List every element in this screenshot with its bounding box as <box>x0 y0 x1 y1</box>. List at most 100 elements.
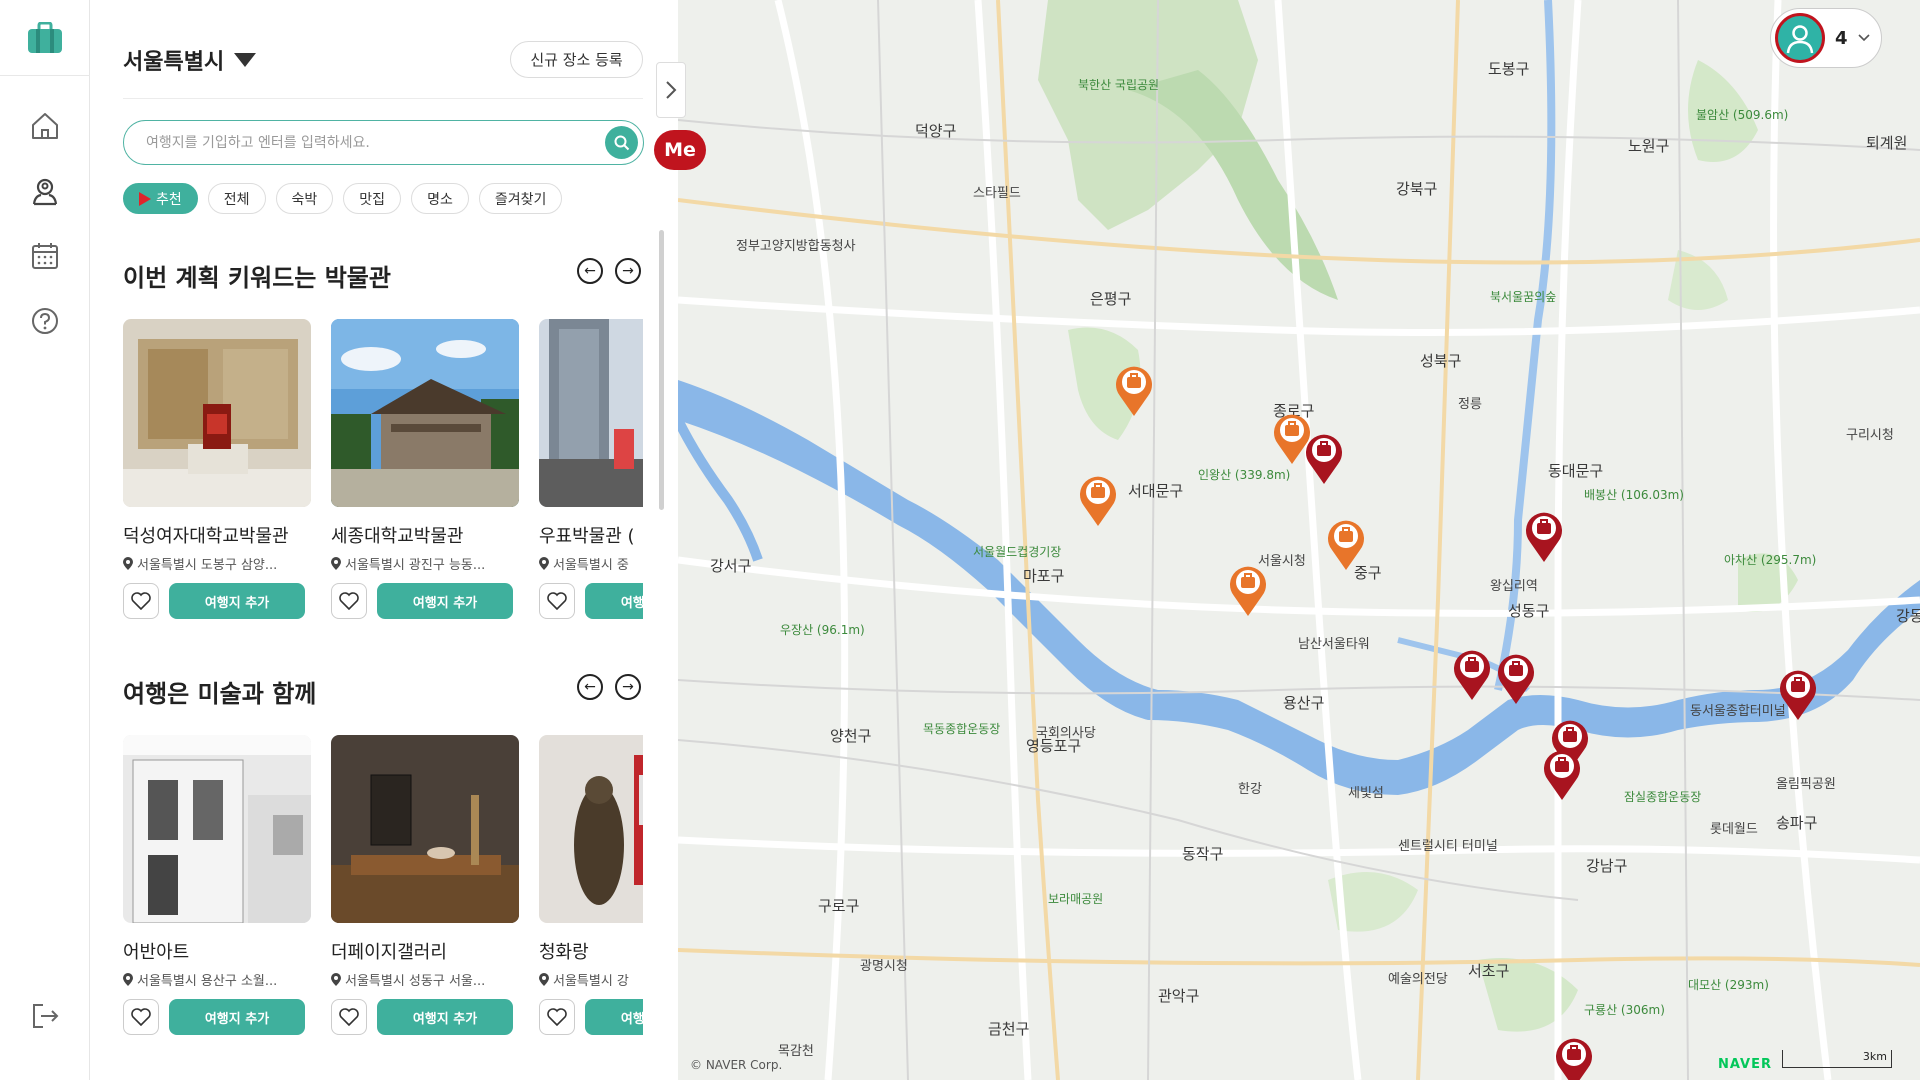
map-label-park: 우장산 (96.1m) <box>780 623 865 637</box>
map-marker-recommended[interactable] <box>1326 518 1366 570</box>
place-name: 우표박물관 ( <box>539 526 635 547</box>
add-destination-button[interactable]: 여행지 추가 <box>585 999 643 1035</box>
suitcase-logo-icon[interactable] <box>27 21 63 54</box>
chip-favorites[interactable]: 즐겨찾기 <box>478 183 563 214</box>
place-address: 서울특별시 강 <box>539 970 643 989</box>
chip-all[interactable]: 전체 <box>207 183 266 214</box>
home-icon[interactable] <box>27 108 63 144</box>
add-destination-button[interactable]: 여행지 추가 <box>169 583 305 619</box>
calendar-icon[interactable] <box>27 238 63 274</box>
map-pin-user-icon[interactable] <box>27 173 63 209</box>
logout-icon[interactable] <box>27 998 63 1034</box>
profile-menu[interactable]: 4 <box>1770 8 1882 68</box>
favorite-button[interactable] <box>123 583 159 619</box>
city-selector[interactable]: 서울특별시 <box>123 44 257 76</box>
map-marker-recommended[interactable] <box>1228 564 1268 616</box>
favorite-button[interactable] <box>123 999 159 1035</box>
place-card[interactable]: 우표박물관 ( 서울특별시 중 여행지 추가 <box>539 319 643 619</box>
map-marker-mine[interactable] <box>1524 510 1564 562</box>
favorite-button[interactable] <box>331 583 367 619</box>
location-pin-icon <box>539 557 549 570</box>
map-label-district: 관악구 <box>1158 987 1200 1005</box>
map-label-place: 예술의전당 <box>1388 972 1448 987</box>
place-name: 청화랑 <box>539 942 589 963</box>
section1-next-button[interactable]: → <box>615 258 641 284</box>
add-destination-button[interactable]: 여행지 추가 <box>377 583 513 619</box>
place-photo <box>331 735 519 923</box>
place-address: 서울특별시 도봉구 삼양... <box>123 554 311 573</box>
map-marker-mine[interactable] <box>1542 748 1582 800</box>
add-destination-button[interactable]: 여행지 추가 <box>377 999 513 1035</box>
map-view[interactable]: 도봉구 노원구 강북구 덕양구 은평구 성북구 종로구 서대문구 중구 동대문구… <box>678 0 1920 1080</box>
place-photo <box>123 319 311 507</box>
add-destination-button[interactable]: 여행지 추가 <box>169 999 305 1035</box>
place-card[interactable]: 세종대학교박물관 서울특별시 광진구 능동... 여행지 추가 <box>331 319 519 619</box>
place-card[interactable]: 청화랑 서울특별시 강 여행지 추가 <box>539 735 643 1035</box>
place-photo <box>123 735 311 923</box>
map-label-district: 금천구 <box>988 1020 1030 1038</box>
place-address: 서울특별시 광진구 능동... <box>331 554 519 573</box>
map-label-district: 양천구 <box>830 727 872 745</box>
map-marker-mine[interactable] <box>1554 1036 1594 1080</box>
profile-count: 4 <box>1835 27 1848 49</box>
map-marker-mine[interactable] <box>1452 648 1492 700</box>
search-icon <box>614 135 629 150</box>
map-label-place: 남산서울타워 <box>1298 637 1370 652</box>
recommendation-panel: 서울특별시 신규 장소 등록 추천 전체 숙박 맛집 명소 즐겨찾기 이번 계획… <box>90 0 678 1080</box>
map-label-place: 왕십리역 <box>1490 579 1538 594</box>
map-marker-recommended[interactable] <box>1078 474 1118 526</box>
map-label-place: 국회의사당 <box>1036 726 1096 741</box>
map-label-park: 구룡산 (306m) <box>1584 1003 1665 1017</box>
panel-collapse-button[interactable] <box>656 62 686 118</box>
chevron-down-icon <box>1857 34 1870 42</box>
section1-prev-button[interactable]: ← <box>577 258 603 284</box>
map-scale: 3km <box>1782 1050 1892 1068</box>
map-canvas <box>678 0 1920 1080</box>
map-marker-recommended[interactable] <box>1114 364 1154 416</box>
naver-logo: NAVER <box>1718 1057 1773 1072</box>
caret-down-icon <box>234 53 257 67</box>
map-label-place: 광명시청 <box>860 959 908 974</box>
my-location-button[interactable]: Me <box>654 130 706 170</box>
map-marker-mine[interactable] <box>1496 652 1536 704</box>
map-label-district: 노원구 <box>1628 137 1670 155</box>
chip-attraction[interactable]: 명소 <box>411 183 469 214</box>
chip-restaurant[interactable]: 맛집 <box>343 183 402 214</box>
place-card[interactable]: 더페이지갤러리 서울특별시 성동구 서울... 여행지 추가 <box>331 735 519 1035</box>
map-label-park: 북서울꿈의숲 <box>1490 290 1557 304</box>
user-icon <box>1786 25 1814 54</box>
place-address: 서울특별시 용산구 소월... <box>123 970 311 989</box>
search-input[interactable] <box>146 131 566 155</box>
map-label-park: 대모산 (293m) <box>1688 978 1769 992</box>
search-button[interactable] <box>605 126 638 159</box>
panel-scrollbar[interactable] <box>659 230 664 510</box>
place-card[interactable]: 덕성여자대학교박물관 서울특별시 도봉구 삼양... 여행지 추가 <box>123 319 311 619</box>
map-marker-mine[interactable] <box>1778 668 1818 720</box>
map-label-park: 배봉산 (106.03m) <box>1584 488 1684 502</box>
city-name: 서울특별시 <box>123 50 225 75</box>
rail-divider <box>0 75 90 76</box>
map-label-place: 센트럴시티 터미널 <box>1398 839 1498 854</box>
map-label-place: 목감천 <box>778 1044 814 1059</box>
section2-prev-button[interactable]: ← <box>577 674 603 700</box>
section2-next-button[interactable]: → <box>615 674 641 700</box>
favorite-button[interactable] <box>331 999 367 1035</box>
register-place-button[interactable]: 신규 장소 등록 <box>510 41 643 78</box>
map-label-place: 정릉 <box>1458 397 1482 412</box>
favorite-button[interactable] <box>539 583 575 619</box>
chip-recommend[interactable]: 추천 <box>123 183 198 214</box>
place-card[interactable]: 어반아트 서울특별시 용산구 소월... 여행지 추가 <box>123 735 311 1035</box>
add-destination-button[interactable]: 여행지 추가 <box>585 583 643 619</box>
arrow-right-icon: → <box>622 263 634 279</box>
heart-icon <box>547 1008 567 1026</box>
place-name: 더페이지갤러리 <box>331 942 447 963</box>
arrow-left-icon: ← <box>584 679 596 695</box>
favorite-button[interactable] <box>539 999 575 1035</box>
chip-lodging[interactable]: 숙박 <box>275 183 334 214</box>
map-label-place: 구리시청 <box>1846 428 1894 443</box>
heart-icon <box>339 1008 359 1026</box>
help-icon[interactable] <box>27 303 63 339</box>
map-marker-mine[interactable] <box>1304 432 1344 484</box>
place-name: 덕성여자대학교박물관 <box>123 526 289 547</box>
map-label-district: 은평구 <box>1090 290 1132 308</box>
